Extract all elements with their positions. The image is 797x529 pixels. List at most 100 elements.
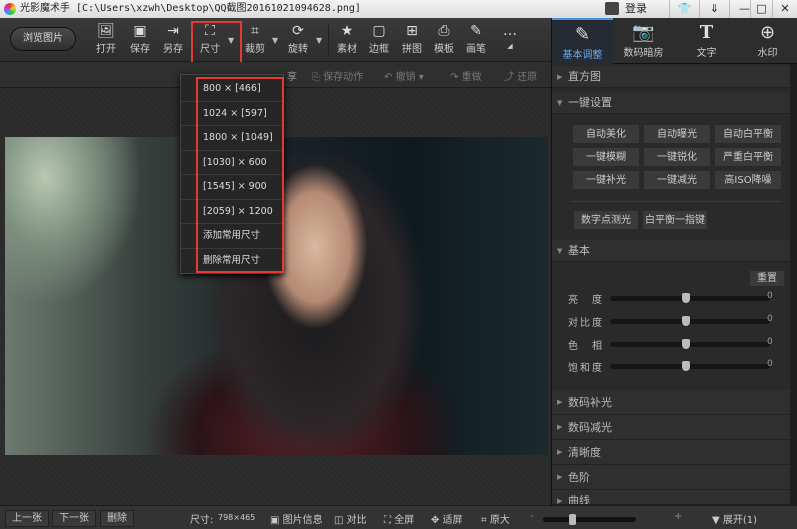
share-button[interactable]: 享	[287, 68, 297, 83]
section-digital-reduce-light[interactable]: ▶ 数码减光	[552, 415, 790, 440]
slider-thumb[interactable]	[682, 361, 690, 371]
redo-button[interactable]: ↷ 重做	[450, 68, 482, 83]
crop-dropdown-icon[interactable]: ▼	[272, 36, 278, 45]
delete-button[interactable]: 删除	[100, 510, 134, 527]
dropdown-arrow-icon: ▼	[712, 515, 723, 526]
next-image-button[interactable]: 下一张	[52, 510, 96, 527]
basic-sliders: 亮 度 0 对比度 0 色 相 0 饱和度 0	[552, 291, 790, 374]
section-one-click[interactable]: ▼ 一键设置	[552, 92, 790, 114]
section-title: 基本	[568, 244, 590, 257]
one-click-sharpen-button[interactable]: 一键锐化	[643, 147, 711, 167]
auto-exposure-button[interactable]: 自动曝光	[643, 124, 711, 144]
slider-thumb[interactable]	[682, 293, 690, 303]
zoom-in-button[interactable]: +	[674, 511, 682, 522]
white-balance-picker-button[interactable]: 白平衡一指键	[642, 210, 708, 230]
auto-beautify-button[interactable]: 自动美化	[572, 124, 640, 144]
browse-images-button[interactable]: 浏览图片	[10, 27, 76, 51]
size-label: 尺寸:	[190, 515, 214, 526]
resize-highlight-box	[191, 21, 242, 64]
crop-button[interactable]: ⌗ 裁剪	[238, 22, 272, 55]
tab-watermark[interactable]: ⊕ 水印	[737, 18, 797, 64]
fullscreen-button[interactable]: ⛶ 全屏	[384, 511, 414, 526]
watermark-icon: ⊕	[759, 22, 776, 43]
contrast-slider[interactable]	[610, 316, 770, 326]
zoom-slider[interactable]	[543, 514, 636, 525]
one-click-blur-button[interactable]: 一键模糊	[572, 147, 640, 167]
tab-text[interactable]: T 文字	[676, 18, 737, 64]
skin-button[interactable]: 👕	[669, 0, 699, 18]
save-action-button[interactable]: ⎘ 保存动作	[312, 68, 363, 83]
slider-thumb[interactable]	[682, 339, 690, 349]
section-levels[interactable]: ▶ 色阶	[552, 465, 790, 490]
compare-button[interactable]: ◫ 对比	[334, 511, 367, 526]
one-click-fill-light-button[interactable]: 一键补光	[572, 170, 640, 190]
status-bar: 上一张 下一张 删除 尺寸: 798×465 ▣ 图片信息 ◫ 对比 ⛶ 全屏 …	[0, 505, 797, 529]
slider-thumb[interactable]	[682, 316, 690, 326]
tab-digital-darkroom[interactable]: 📷 数码暗房	[613, 18, 674, 64]
expand-arrow-icon: ▶	[557, 448, 563, 456]
more-button[interactable]: … ◢	[493, 22, 527, 51]
border-label: 边框	[369, 44, 389, 55]
prev-image-button[interactable]: 上一张	[5, 510, 49, 527]
section-curves[interactable]: ▶ 曲线	[552, 490, 790, 505]
template-button[interactable]: ⎙ 模板	[427, 22, 461, 55]
border-button[interactable]: ▢ 边框	[362, 22, 396, 55]
section-title: 清晰度	[568, 446, 601, 459]
image-info-button[interactable]: ▣ 图片信息	[270, 511, 323, 526]
panel-scrollbar[interactable]	[790, 64, 797, 505]
expand-filmstrip-button[interactable]: ▼ 展开(1)	[712, 511, 757, 526]
save-as-button[interactable]: ⇥ 另存	[156, 22, 190, 55]
expand-corner-icon: ◢	[507, 42, 513, 50]
high-iso-denoise-button[interactable]: 高ISO降噪	[714, 170, 782, 190]
save-icon: ▣	[133, 23, 147, 39]
section-digital-fill-light[interactable]: ▶ 数码补光	[552, 390, 790, 415]
open-button[interactable]: 🖼 打开	[89, 22, 123, 55]
spot-metering-button[interactable]: 数字点测光	[573, 210, 639, 230]
info-label: 图片信息	[282, 515, 323, 526]
rotate-icon: ⟳	[292, 23, 304, 39]
severe-white-balance-button[interactable]: 严重白平衡	[714, 147, 782, 167]
compare-icon: ◫	[334, 515, 347, 526]
collage-button[interactable]: ⊞ 拼图	[395, 22, 429, 55]
user-avatar-icon[interactable]	[605, 2, 619, 15]
section-basic[interactable]: ▼ 基本	[552, 240, 790, 262]
section-clarity[interactable]: ▶ 清晰度	[552, 440, 790, 465]
maximize-button[interactable]: □	[750, 0, 772, 18]
original-size-button[interactable]: ⌗ 原大	[481, 511, 510, 526]
saturation-slider[interactable]	[610, 361, 770, 371]
tab-basic-adjust[interactable]: ✎ 基本调整	[552, 18, 613, 64]
right-panel: ✎ 基本调整 📷 数码暗房 T 文字 ⊕ 水印 ▶ 直方图 ▼ 一键设置 自动美化 自动曝光…	[551, 18, 797, 505]
rotate-dropdown-icon[interactable]: ▼	[316, 36, 322, 45]
brightness-value: 0	[767, 291, 773, 301]
expand-arrow-icon: ▶	[557, 497, 563, 505]
reset-button[interactable]: 重置	[749, 270, 785, 287]
login-link[interactable]: 登录	[625, 0, 647, 18]
original-label: 原大	[489, 515, 510, 526]
auto-white-balance-button[interactable]: 自动白平衡	[714, 124, 782, 144]
redo-label: 重做	[461, 72, 482, 83]
rotate-button[interactable]: ⟳ 旋转	[281, 22, 315, 55]
material-button[interactable]: ★ 素材	[330, 22, 364, 55]
save-action-label: 保存动作	[323, 72, 364, 83]
restore-button[interactable]: ⤴ 还原	[504, 68, 537, 83]
zoom-out-button[interactable]: -	[530, 511, 534, 522]
collage-label: 拼图	[402, 44, 422, 55]
brightness-label: 亮 度	[568, 295, 604, 306]
fit-label: 适屏	[442, 515, 463, 526]
one-click-reduce-light-button[interactable]: 一键减光	[643, 170, 711, 190]
undo-button[interactable]: ↶ 撤销 ▾	[384, 68, 424, 83]
close-button[interactable]: ✕	[772, 0, 797, 18]
zoom-slider-thumb[interactable]	[568, 514, 576, 525]
fit-screen-button[interactable]: ✥ 适屏	[431, 511, 463, 526]
more-icon: …	[503, 23, 517, 39]
brush-button[interactable]: ✎ 画笔	[459, 22, 493, 55]
expand-arrow-icon: ▶	[557, 398, 563, 406]
expand-arrow-icon: ▶	[557, 423, 563, 431]
hue-slider[interactable]	[610, 339, 770, 349]
collapse-arrow-icon: ▼	[557, 247, 563, 255]
expand-arrow-icon: ▶	[557, 73, 563, 81]
section-histogram[interactable]: ▶ 直方图	[552, 66, 790, 88]
menu-button[interactable]: ⇓	[699, 0, 729, 18]
save-button[interactable]: ▣ 保存	[123, 22, 157, 55]
brightness-slider[interactable]	[610, 293, 770, 303]
